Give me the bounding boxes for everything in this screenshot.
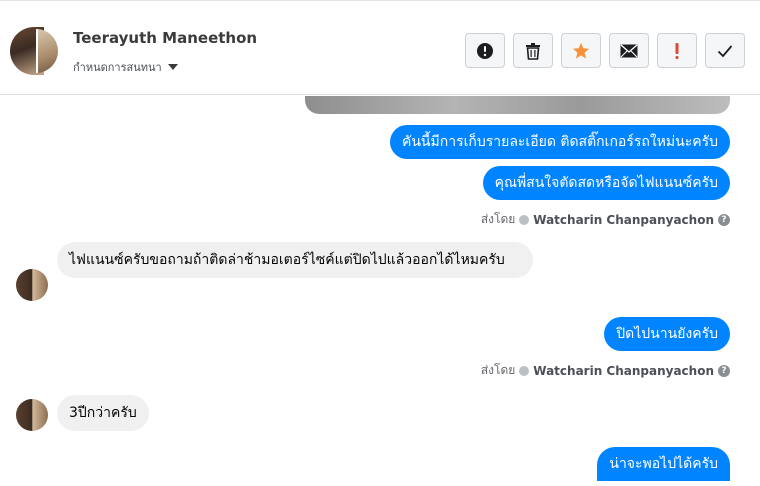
exclamation-icon xyxy=(675,42,679,59)
conversation-options-label: กำหนดการสนทนา xyxy=(73,61,162,74)
sender-name[interactable]: Watcharin Chanpanyachon xyxy=(533,213,714,227)
caret-down-icon xyxy=(167,64,178,70)
message-bubble-outgoing[interactable]: ปิดไปนานยังครับ xyxy=(604,317,730,351)
star-button[interactable] xyxy=(561,33,601,68)
sent-by-prefix: ส่งโดย xyxy=(480,363,516,377)
delete-button[interactable] xyxy=(513,33,553,68)
avatar-photo-right xyxy=(36,29,58,73)
checkmark-icon xyxy=(717,44,733,57)
attached-photo[interactable] xyxy=(305,96,730,114)
conversation-header: Teerayuth Maneethon กำหนดการสนทนา xyxy=(0,6,760,95)
message-bubble-incoming[interactable]: ไฟแนนซ์ครับขอถามถ้าติดล่าช้ามอเตอร์ไซค์แ… xyxy=(57,242,533,278)
trash-icon xyxy=(526,42,540,60)
envelope-icon xyxy=(620,43,638,57)
contact-avatar-small[interactable] xyxy=(16,269,48,301)
info-icon[interactable]: ? xyxy=(718,213,730,226)
message-bubble-outgoing[interactable]: คันนี้มีการเก็บรายละเอียด ติดสติ๊กเกอร์ร… xyxy=(390,125,730,159)
email-button[interactable] xyxy=(609,33,649,68)
conversation-options-dropdown[interactable]: กำหนดการสนทนา xyxy=(73,58,178,76)
message-bubble-incoming[interactable]: 3ปีกว่าครับ xyxy=(57,395,149,431)
done-button[interactable] xyxy=(705,33,745,68)
sent-by-label: ส่งโดย Watcharin Chanpanyachon ? xyxy=(481,210,730,229)
contact-name[interactable]: Teerayuth Maneethon xyxy=(73,29,257,47)
contact-avatar[interactable] xyxy=(10,27,58,75)
star-icon xyxy=(572,42,590,59)
message-bubble-outgoing[interactable]: คุณพี่สนใจตัดสดหรือจัดไฟแนนซ์ครับ xyxy=(482,166,730,200)
sent-by-label: ส่งโดย Watcharin Chanpanyachon ? xyxy=(481,361,730,380)
verified-check-icon xyxy=(519,365,530,376)
report-button[interactable] xyxy=(465,33,505,68)
sent-by-prefix: ส่งโดย xyxy=(480,212,516,226)
sender-name[interactable]: Watcharin Chanpanyachon xyxy=(533,364,714,378)
important-button[interactable] xyxy=(657,33,697,68)
info-icon[interactable]: ? xyxy=(718,364,730,377)
verified-check-icon xyxy=(519,214,530,225)
exclamation-circle-icon xyxy=(477,42,493,59)
message-bubble-outgoing[interactable]: น่าจะพอไปได้ครับ xyxy=(597,447,730,481)
contact-avatar-small[interactable] xyxy=(16,399,48,431)
